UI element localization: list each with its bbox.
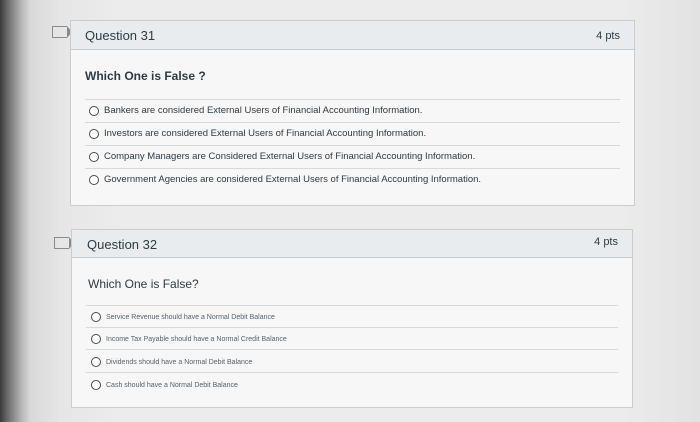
flag-question-icon[interactable]	[52, 26, 72, 38]
question-title: Question 31	[85, 28, 156, 43]
question-points: 4 pts	[594, 236, 618, 248]
radio-button[interactable]	[91, 312, 101, 322]
answer-label: Income Tax Payable should have a Normal …	[106, 335, 287, 343]
radio-button[interactable]	[89, 105, 99, 116]
answer-label: Government Agencies are considered Exter…	[104, 174, 482, 185]
question-32-card: Question 32 4 pts Which One is False? Se…	[71, 229, 633, 408]
question-31-header: Question 31 4 pts	[71, 21, 634, 50]
question-32-header: Question 32 4 pts	[72, 230, 632, 258]
radio-button[interactable]	[91, 380, 101, 390]
answer-label: Service Revenue should have a Normal Deb…	[106, 313, 275, 321]
radio-button[interactable]	[89, 128, 99, 139]
screen-edge-shadow	[0, 0, 30, 422]
answer-label: Dividends should have a Normal Debit Bal…	[106, 358, 253, 366]
answer-label: Bankers are considered External Users of…	[104, 105, 423, 116]
question-points: 4 pts	[596, 30, 620, 42]
radio-button[interactable]	[89, 174, 99, 185]
divider	[85, 145, 620, 146]
radio-button[interactable]	[91, 357, 101, 367]
divider	[85, 168, 620, 169]
divider	[85, 122, 620, 123]
answer-label: Cash should have a Normal Debit Balance	[106, 381, 238, 389]
question-31-card: Question 31 4 pts Which One is False ? B…	[70, 20, 635, 206]
answer-label: Company Managers are Considered External…	[104, 151, 476, 162]
question-prompt: Which One is False ?	[85, 69, 206, 83]
divider	[86, 327, 618, 328]
radio-button[interactable]	[89, 151, 99, 162]
divider	[85, 99, 620, 100]
answer-option[interactable]: Service Revenue should have a Normal Deb…	[91, 312, 275, 322]
answer-option[interactable]: Government Agencies are considered Exter…	[89, 174, 481, 185]
divider	[86, 372, 618, 373]
question-title: Question 32	[87, 237, 158, 252]
answer-option[interactable]: Bankers are considered External Users of…	[89, 105, 422, 116]
quiz-page: Question 31 4 pts Which One is False ? B…	[0, 0, 700, 422]
answer-option[interactable]: Income Tax Payable should have a Normal …	[91, 334, 287, 344]
answer-option[interactable]: Cash should have a Normal Debit Balance	[91, 380, 238, 390]
divider	[86, 349, 618, 350]
answer-option[interactable]: Dividends should have a Normal Debit Bal…	[91, 357, 252, 367]
answer-label: Investors are considered External Users …	[104, 128, 427, 139]
question-prompt: Which One is False?	[88, 277, 199, 291]
answer-option[interactable]: Investors are considered External Users …	[89, 128, 426, 139]
divider	[86, 305, 618, 306]
flag-question-icon[interactable]	[54, 237, 74, 249]
radio-button[interactable]	[91, 334, 101, 344]
answer-option[interactable]: Company Managers are Considered External…	[89, 151, 475, 162]
